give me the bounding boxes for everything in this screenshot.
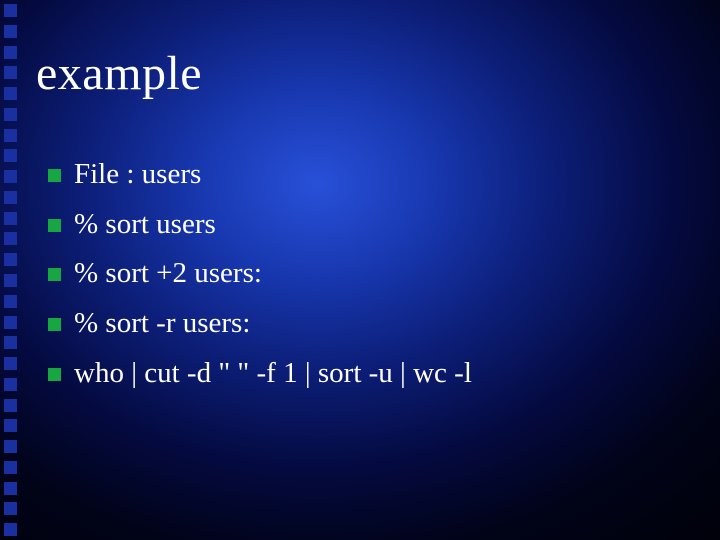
left-decorative-dots — [0, 0, 22, 540]
list-item: % sort users — [48, 206, 680, 244]
list-item-text: % sort -r users: — [74, 305, 680, 343]
list-item: % sort -r users: — [48, 305, 680, 343]
slide-body: File : users % sort users % sort +2 user… — [48, 156, 680, 404]
list-item-text: who | cut -d " " -f 1 | sort -u | wc -l — [74, 355, 680, 393]
list-item-text: File : users — [74, 156, 680, 194]
list-item-text: % sort +2 users: — [74, 255, 680, 293]
square-bullet-icon — [48, 368, 61, 381]
slide: example File : users % sort users % sort… — [0, 0, 720, 540]
list-item-text: % sort users — [74, 206, 680, 244]
slide-title: example — [36, 46, 202, 101]
square-bullet-icon — [48, 268, 61, 281]
square-bullet-icon — [48, 219, 61, 232]
square-bullet-icon — [48, 169, 61, 182]
list-item: % sort +2 users: — [48, 255, 680, 293]
list-item: who | cut -d " " -f 1 | sort -u | wc -l — [48, 355, 680, 393]
list-item: File : users — [48, 156, 680, 194]
square-bullet-icon — [48, 318, 61, 331]
